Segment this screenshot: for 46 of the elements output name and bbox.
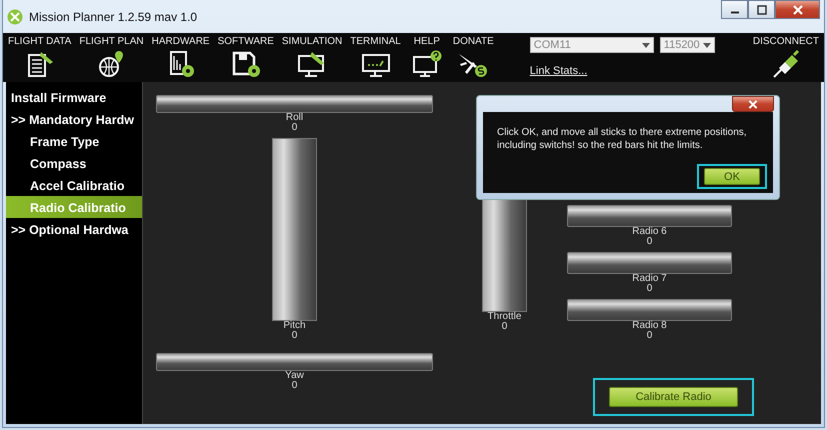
channel-value: 0: [292, 331, 298, 341]
channel-value: 0: [646, 237, 652, 247]
window-title: Mission Planner 1.2.59 mav 1.0: [29, 10, 198, 24]
channel-value: 0: [502, 322, 508, 332]
channel-value: 0: [646, 284, 652, 294]
toolbar-button[interactable]: HELP: [408, 33, 445, 82]
channel-label: Radio 8: [632, 321, 667, 331]
maximize-icon: [756, 4, 766, 14]
close-icon: [748, 100, 758, 108]
calibrate-radio-button[interactable]: Calibrate Radio: [609, 387, 738, 407]
close-icon: [792, 4, 802, 14]
disconnect-button[interactable]: DISCONNECT: [752, 33, 819, 82]
sidebar-item[interactable]: Install Firmware: [6, 86, 142, 108]
dropdown-arrow-icon: [702, 42, 711, 48]
channel-label: Roll: [286, 113, 304, 123]
close-button[interactable]: [775, 0, 820, 19]
maximize-button[interactable]: [748, 0, 775, 19]
channel-value: 0: [646, 331, 652, 341]
toolbar-button[interactable]: DONATE: [452, 33, 494, 82]
channel-value: 0: [292, 123, 298, 133]
channel-label: Throttle: [488, 312, 522, 322]
channel-label: Yaw: [285, 371, 304, 381]
channel-label: Radio 7: [632, 274, 667, 284]
channel-label: Radio 6: [632, 227, 667, 237]
toolbar-button[interactable]: HARDWARE: [152, 33, 210, 82]
toolbar-button[interactable]: FLIGHT PLAN: [79, 33, 144, 82]
toolbar-button[interactable]: TERMINAL: [350, 33, 401, 82]
sidebar-item[interactable]: Accel Calibratio: [6, 174, 142, 196]
minimize-icon: [730, 11, 740, 14]
dialog-message: Click OK, and move all sticks to there extreme positions, including switchs! so the red bars hit the limits.: [497, 126, 748, 152]
toolbar-button[interactable]: SIMULATION: [282, 33, 342, 82]
sidebar-item[interactable]: >> Mandatory Hardw: [6, 108, 142, 130]
app-logo-icon: [7, 8, 23, 24]
sidebar-item[interactable]: Compass: [6, 152, 142, 174]
minimize-button[interactable]: [721, 0, 748, 19]
dropdown-arrow-icon: [642, 42, 650, 48]
ok-button[interactable]: OK: [704, 168, 760, 185]
toolbar-button[interactable]: FLIGHT DATA: [8, 33, 72, 82]
link-stats-link[interactable]: Link Stats...: [530, 65, 588, 77]
channel-label: Pitch: [283, 321, 306, 331]
sidebar-item[interactable]: Frame Type: [6, 130, 142, 152]
channel-value: 0: [292, 381, 298, 391]
dialog-close-button[interactable]: [732, 96, 774, 112]
toolbar-button[interactable]: SOFTWARE: [218, 33, 274, 82]
sidebar-item[interactable]: >> Optional Hardwa: [6, 218, 142, 240]
monitor-question-icon: [410, 50, 443, 78]
